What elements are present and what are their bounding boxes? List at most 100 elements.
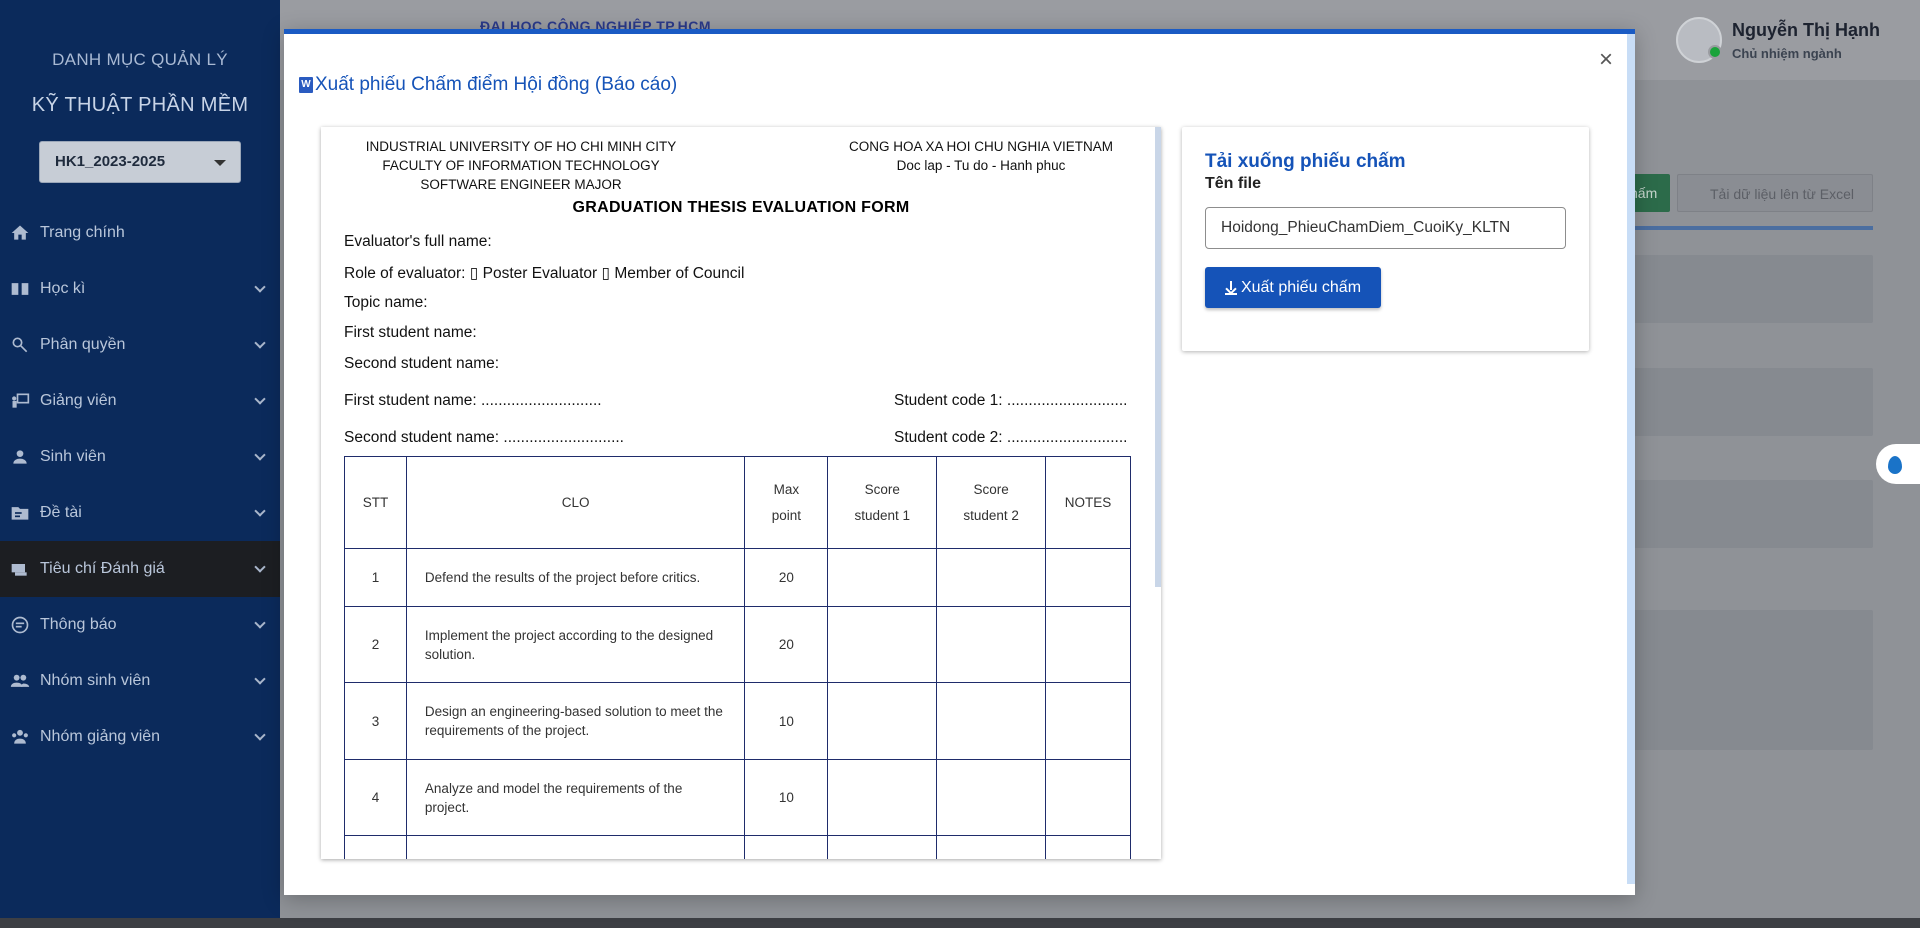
- table-row: [344, 835, 1131, 859]
- export-button-label: Xuất phiếu chấm: [1240, 278, 1362, 296]
- doc-title: GRADUATION THESIS EVALUATION FORM: [572, 199, 910, 216]
- sidebar-item-label: Học kì: [40, 280, 86, 297]
- cell-clo: Analyze and model the requirements of th…: [405, 759, 746, 836]
- doc-header-right: CONG HOA XA HOI CHU NGHIA VIETNAM Doc la…: [821, 137, 1141, 175]
- sidebar-item-label: Nhóm giảng viên: [40, 728, 161, 745]
- sidebar-item-criteria[interactable]: Tiêu chí Đánh giá: [0, 541, 280, 597]
- sidebar-item-label: Đề tài: [40, 504, 82, 521]
- cell-score1: [827, 548, 938, 607]
- modal-title: W Xuất phiếu Chấm điểm Hội đồng (Báo cáo…: [299, 74, 677, 96]
- second-student-dots-line: Second student name: ...................…: [344, 429, 624, 446]
- cell-clo: [405, 835, 746, 859]
- upload-excel-button[interactable]: Tải dữ liệu lên từ Excel: [1677, 174, 1873, 212]
- student-icon: [13, 450, 27, 464]
- online-status-icon: [1708, 45, 1722, 59]
- semester-select[interactable]: HK1_2023-2025: [39, 141, 241, 183]
- key-icon: [12, 337, 28, 353]
- sidebar-item-label: Phân quyền: [40, 336, 126, 353]
- student-code1-line: Student code 1: ........................…: [894, 392, 1128, 409]
- sidebar-item-label: Trang chính: [40, 224, 125, 241]
- avatar[interactable]: [1676, 17, 1722, 63]
- sidebar-item-label: Tiêu chí Đánh giá: [40, 560, 165, 577]
- cell-stt: [344, 835, 407, 859]
- sidebar-title: DANH MỤC QUẢN LÝ: [52, 50, 228, 69]
- col-clo: CLO: [405, 456, 746, 549]
- floating-assistant-button[interactable]: [1876, 444, 1920, 484]
- col-score-student-1: Score student 1: [827, 456, 938, 549]
- student-code2-line: Student code 2: ........................…: [894, 429, 1128, 446]
- taskbar: [0, 918, 1920, 928]
- background-panel: [1620, 480, 1873, 548]
- chevron-down-icon: [254, 337, 266, 349]
- cell-score2: [936, 548, 1047, 607]
- home-icon: [11, 225, 29, 240]
- topic-name-line: Topic name:: [344, 294, 428, 311]
- doc-header-line: Doc lap - Tu do - Hanh phuc: [896, 158, 1066, 173]
- book-icon: [11, 283, 29, 295]
- cell-score1: [827, 606, 938, 683]
- table-row: 3 Design an engineering-based solution t…: [344, 682, 1131, 760]
- cell-clo: Design an engineering-based solution to …: [405, 682, 746, 760]
- sidebar-item-lecturers[interactable]: Giảng viên: [0, 373, 280, 429]
- sidebar-item-lecturer-groups[interactable]: Nhóm giảng viên: [0, 709, 280, 765]
- cell-max: 10: [744, 682, 829, 760]
- sidebar-item-label: Sinh viên: [40, 448, 106, 465]
- sidebar: DANH MỤC QUẢN LÝ KỸ THUẬT PHẦN MỀM HK1_2…: [0, 0, 280, 928]
- chevron-down-icon: [254, 281, 266, 293]
- sidebar-subtitle: KỸ THUẬT PHẦN MỀM: [31, 94, 249, 116]
- first-student-line: First student name:: [344, 324, 477, 341]
- col-stt: STT: [344, 456, 407, 549]
- chevron-down-icon: [254, 561, 266, 573]
- chevron-down-icon: [254, 449, 266, 461]
- cell-notes: [1045, 759, 1131, 836]
- sidebar-item-topics[interactable]: Đề tài: [0, 485, 280, 541]
- cell-notes: [1045, 682, 1131, 760]
- sidebar-item-permissions[interactable]: Phân quyền: [0, 317, 280, 373]
- second-student-line: Second student name:: [344, 355, 500, 372]
- evaluator-name-line: Evaluator's full name:: [344, 233, 492, 250]
- col-notes: NOTES: [1045, 456, 1131, 549]
- cell-max: 10: [744, 759, 829, 836]
- chevron-down-icon: [254, 729, 266, 741]
- cell-max: [744, 835, 829, 859]
- cell-notes: [1045, 548, 1131, 607]
- cell-score1: [827, 759, 938, 836]
- export-button[interactable]: Xuất phiếu chấm: [1205, 267, 1381, 308]
- background-panel: [1620, 610, 1873, 750]
- table-row: 1 Defend the results of the project befo…: [344, 548, 1131, 607]
- folder-icon: [11, 507, 29, 520]
- sidebar-item-notifications[interactable]: Thông báo: [0, 597, 280, 653]
- evaluator-role-line: Role of evaluator: ▯ Poster Evaluator ▯ …: [344, 265, 745, 282]
- sidebar-item-semester[interactable]: Học kì: [0, 261, 280, 317]
- doc-header-line: INDUSTRIAL UNIVERSITY OF HO CHI MINH CIT…: [365, 139, 677, 154]
- cell-score1: [827, 835, 938, 859]
- water-drop-icon: [1888, 456, 1902, 474]
- sidebar-item-home[interactable]: Trang chính: [0, 205, 280, 261]
- sidebar-item-label: Giảng viên: [40, 392, 117, 409]
- doc-header-left: INDUSTRIAL UNIVERSITY OF HO CHI MINH CIT…: [321, 137, 721, 194]
- cell-score1: [827, 682, 938, 760]
- chevron-down-icon: [254, 505, 266, 517]
- first-student-dots-line: First student name: ....................…: [344, 392, 602, 409]
- document-preview[interactable]: INDUSTRIAL UNIVERSITY OF HO CHI MINH CIT…: [321, 127, 1161, 859]
- cell-stt: 4: [344, 759, 407, 836]
- cell-stt: 1: [344, 548, 407, 607]
- sidebar-item-students[interactable]: Sinh viên: [0, 429, 280, 485]
- modal-scrollbar[interactable]: [1627, 34, 1635, 884]
- cell-notes: [1045, 835, 1131, 859]
- chevron-down-icon: [254, 617, 266, 629]
- export-modal: W Xuất phiếu Chấm điểm Hội đồng (Báo cáo…: [284, 29, 1635, 895]
- filename-input[interactable]: [1205, 207, 1566, 249]
- download-icon: [1224, 280, 1237, 295]
- background-panel: [1620, 255, 1873, 323]
- close-icon[interactable]: ×: [1594, 48, 1618, 72]
- table-header-row: STT CLO Max point Score student 1 Score …: [344, 456, 1131, 549]
- student-group-icon: [10, 674, 30, 687]
- sidebar-item-student-groups[interactable]: Nhóm sinh viên: [0, 653, 280, 709]
- doc-header-line: CONG HOA XA HOI CHU NGHIA VIETNAM: [848, 139, 1114, 154]
- word-icon: W: [299, 77, 313, 93]
- sidebar-item-label: Nhóm sinh viên: [40, 672, 151, 689]
- document-scrollbar[interactable]: [1155, 127, 1161, 587]
- cell-clo: Implement the project according to the d…: [405, 606, 746, 683]
- chevron-down-icon: [254, 673, 266, 685]
